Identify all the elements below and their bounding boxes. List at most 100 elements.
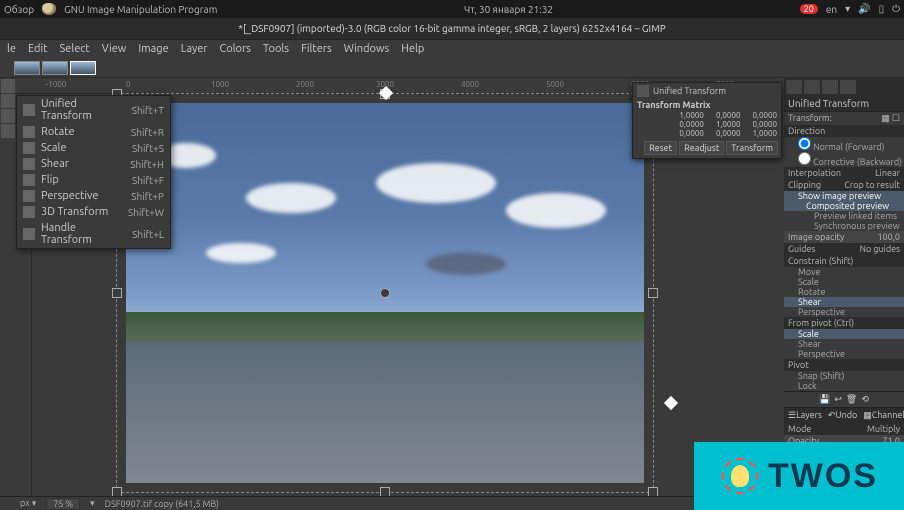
layers-dock-tabs: ☰Layers ↶Undo ▦Channels xyxy=(784,408,904,423)
corner-handle-se[interactable] xyxy=(648,487,658,496)
interpolation-label: Interpolation xyxy=(788,168,841,178)
direction-backward-radio[interactable] xyxy=(798,152,811,165)
menu-rotate[interactable]: RotateShift+R xyxy=(17,124,170,140)
menu-file[interactable]: le xyxy=(2,41,21,57)
delete-tool-preset-icon[interactable]: 🗑 xyxy=(846,394,857,405)
lightbulb-icon xyxy=(720,456,760,496)
edge-handle-w[interactable] xyxy=(112,288,122,298)
notification-badge[interactable]: 20 xyxy=(800,4,818,14)
readjust-button[interactable]: Readjust xyxy=(679,141,724,155)
transform-button[interactable]: Transform xyxy=(726,141,778,155)
pivot-scale[interactable]: Scale xyxy=(784,329,904,339)
menu-windows[interactable]: Windows xyxy=(339,41,395,57)
handle-transform-icon xyxy=(23,228,35,240)
menu-colors[interactable]: Colors xyxy=(215,41,256,57)
menu-unified-transform[interactable]: Unified TransformShift+T xyxy=(17,96,170,124)
tool-icon[interactable] xyxy=(1,94,15,108)
tool-icon[interactable] xyxy=(1,79,15,93)
rotate-icon xyxy=(23,126,35,138)
unified-transform-dialog[interactable]: Unified Transform Transform Matrix 1,000… xyxy=(632,82,782,159)
restore-tool-preset-icon[interactable]: ↩ xyxy=(834,394,842,405)
interpolation-value[interactable]: Linear xyxy=(875,168,900,178)
scale-icon xyxy=(23,142,35,154)
pivot-snap[interactable]: Snap (Shift) xyxy=(784,371,904,381)
overview-button[interactable]: Обзор xyxy=(4,4,34,15)
pivot-handle[interactable] xyxy=(380,288,390,298)
menu-3d-transform[interactable]: 3D TransformShift+W xyxy=(17,204,170,220)
mode-value[interactable]: Multiply xyxy=(867,424,900,434)
device-status-tab-icon[interactable] xyxy=(804,80,820,94)
pivot-perspective[interactable]: Perspective xyxy=(784,349,904,359)
volume-icon[interactable]: 🔊 xyxy=(858,3,870,15)
clipping-value[interactable]: Crop to result xyxy=(844,180,900,190)
menu-scale[interactable]: ScaleShift+S xyxy=(17,140,170,156)
menu-image[interactable]: Image xyxy=(133,41,173,57)
composited-preview[interactable]: Composited preview xyxy=(784,201,904,211)
direction-forward-radio[interactable] xyxy=(798,137,811,150)
tool-options-title: Unified Transform xyxy=(784,96,904,112)
reset-button[interactable]: Reset xyxy=(644,141,677,155)
sync-preview[interactable]: Synchronous preview xyxy=(784,221,904,231)
channels-tab[interactable]: ▦Channels xyxy=(863,410,904,421)
images-tab-icon[interactable] xyxy=(840,80,856,94)
image-opacity-label: Image opacity xyxy=(788,232,844,242)
menu-select[interactable]: Select xyxy=(54,41,94,57)
tool-options-tab-icon[interactable] xyxy=(786,80,802,94)
menu-view[interactable]: View xyxy=(97,41,132,57)
constrain-perspective[interactable]: Perspective xyxy=(784,307,904,317)
zoom-level[interactable]: 75 % xyxy=(46,498,80,510)
image-tab-2[interactable] xyxy=(42,61,68,75)
pivot-shear[interactable]: Shear xyxy=(784,339,904,349)
undo-tab[interactable]: ↶Undo xyxy=(828,410,857,421)
show-image-preview[interactable]: Show image preview xyxy=(784,191,904,201)
left-toolbox xyxy=(0,78,16,496)
ut-subtitle: Transform Matrix xyxy=(633,99,781,111)
image-tab-3[interactable] xyxy=(70,61,96,75)
shear-icon xyxy=(23,158,35,170)
save-tool-preset-icon[interactable]: 💾 xyxy=(819,394,830,405)
menu-layer[interactable]: Layer xyxy=(176,41,213,57)
transform-target-icon[interactable]: ▦ ☐ xyxy=(881,113,900,124)
system-datetime[interactable]: Чт, 30 января 21:32 xyxy=(217,4,799,15)
image-tab-1[interactable] xyxy=(14,61,40,75)
tool-icon[interactable] xyxy=(1,109,15,123)
constrain-shear[interactable]: Shear xyxy=(784,297,904,307)
menu-perspective[interactable]: PerspectiveShift+P xyxy=(17,188,170,204)
edge-handle-s[interactable] xyxy=(380,487,390,496)
status-info: DSF0907.tif copy (641,5 MB) xyxy=(105,499,219,509)
menu-tools[interactable]: Tools xyxy=(258,41,294,57)
guides-value[interactable]: No guides xyxy=(860,244,900,254)
menu-flip[interactable]: FlipShift+F xyxy=(17,172,170,188)
undo-history-tab-icon[interactable] xyxy=(822,80,838,94)
preview-linked[interactable]: Preview linked items xyxy=(784,211,904,221)
corner-handle-sw[interactable] xyxy=(112,487,122,496)
power-icon[interactable]: ⏻ xyxy=(892,3,900,15)
3d-transform-icon xyxy=(23,206,35,218)
transform-label: Transform: xyxy=(788,113,832,124)
menu-bar: le Edit Select View Image Layer Colors T… xyxy=(0,40,904,58)
flip-icon xyxy=(23,174,35,186)
menu-shear[interactable]: ShearShift+H xyxy=(17,156,170,172)
transform-dialog-icon xyxy=(637,85,649,97)
pivot-lock[interactable]: Lock xyxy=(784,381,904,391)
layers-tab[interactable]: ☰Layers xyxy=(788,410,822,421)
network-icon[interactable]: ▾ xyxy=(845,3,850,15)
battery-icon[interactable]: ▯ xyxy=(879,3,885,15)
edge-handle-e[interactable] xyxy=(648,288,658,298)
image-opacity-value[interactable]: 100,0 xyxy=(877,232,900,242)
image-tabs xyxy=(0,58,904,78)
constrain-move[interactable]: Move xyxy=(784,267,904,277)
menu-filters[interactable]: Filters xyxy=(296,41,337,57)
transform-frame[interactable] xyxy=(116,93,654,493)
reset-tool-options-icon[interactable]: ⟲ xyxy=(861,394,869,405)
constrain-rotate[interactable]: Rotate xyxy=(784,287,904,297)
constrain-scale[interactable]: Scale xyxy=(784,277,904,287)
twos-text: TWOS xyxy=(768,457,878,496)
unit-selector[interactable]: px ▾ xyxy=(20,498,36,509)
menu-handle-transform[interactable]: Handle TransformShift+L xyxy=(17,220,170,248)
tool-icon[interactable] xyxy=(1,124,15,138)
menu-edit[interactable]: Edit xyxy=(23,41,53,57)
rotate-handle-e[interactable] xyxy=(664,396,678,410)
menu-help[interactable]: Help xyxy=(396,41,429,57)
language-indicator[interactable]: en xyxy=(826,4,837,15)
